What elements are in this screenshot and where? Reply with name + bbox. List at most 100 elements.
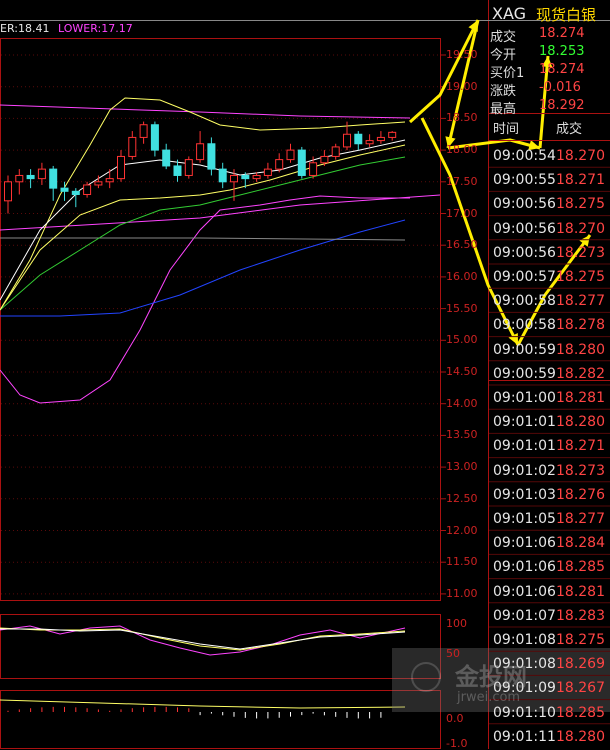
- trade-price: 18.270: [556, 148, 605, 164]
- trade-time: 09:01:06: [493, 583, 556, 600]
- trade-row[interactable]: 09:00:55 18.271: [493, 169, 607, 193]
- price-tick: 17.50: [446, 174, 478, 188]
- price-tick: 12.00: [446, 523, 478, 537]
- trade-price: 18.273: [556, 244, 605, 261]
- price-tick: 14.00: [446, 396, 478, 410]
- arrow-wave-1: [408, 19, 480, 124]
- trade-time: 09:00:58: [493, 317, 556, 334]
- candle-body: [275, 159, 284, 170]
- oscillator-lines: [0, 625, 406, 709]
- trade-time: 09:00:58: [493, 293, 556, 310]
- candle-body: [376, 136, 385, 142]
- candle-body: [37, 168, 46, 180]
- trade-row[interactable]: 09:00:59 18.280: [493, 339, 607, 363]
- price-tick: 19.00: [446, 79, 478, 93]
- candle-body: [320, 155, 329, 164]
- trade-time: 09:00:59: [493, 365, 556, 382]
- candle-body: [15, 174, 24, 183]
- trade-row[interactable]: 09:01:08 18.275: [493, 629, 607, 653]
- trade-row[interactable]: 09:01:03 18.276: [493, 484, 607, 508]
- watermark-brand: 金投网: [455, 663, 527, 691]
- trade-time: 09:01:01: [493, 414, 556, 431]
- quote-value-bid: 18.274: [539, 62, 585, 77]
- trade-row[interactable]: 09:00:54 18.270: [493, 145, 607, 169]
- trade-row[interactable]: 09:01:11 18.280: [493, 726, 607, 750]
- trade-price: 18.275: [556, 632, 605, 648]
- candle-body: [241, 174, 250, 180]
- trade-time: 09:01:11: [493, 728, 556, 745]
- candle-body: [309, 162, 318, 176]
- trade-price: 18.277: [556, 293, 605, 310]
- trade-price: 18.284: [556, 535, 605, 552]
- trade-row[interactable]: 09:00:59 18.282: [493, 363, 607, 387]
- moving-averages: [0, 97, 441, 404]
- macd-dea: [0, 699, 406, 709]
- macd-tick: 0.0: [446, 712, 464, 725]
- trade-row[interactable]: 09:00:56 18.273: [493, 242, 607, 266]
- trade-time: 09:01:05: [493, 511, 556, 527]
- trade-row[interactable]: 09:01:06 18.281: [493, 581, 607, 605]
- trade-row[interactable]: 09:01:02 18.273: [493, 460, 607, 484]
- trade-row[interactable]: 09:01:01 18.271: [493, 435, 607, 459]
- trade-row[interactable]: 09:01:06 18.285: [493, 556, 607, 580]
- quote-label-open: 今开: [490, 48, 517, 63]
- candle-body: [173, 165, 182, 176]
- lower-band-label: LOWER:17.17: [58, 22, 133, 35]
- candle-body: [207, 143, 216, 170]
- price-tick: 12.50: [446, 491, 478, 505]
- macd-tick: -1.0: [446, 737, 468, 750]
- trade-row[interactable]: 09:00:58 18.278: [493, 314, 607, 338]
- candle-body: [26, 174, 35, 180]
- candle-body: [263, 168, 272, 176]
- trade-time: 09:00:54: [493, 148, 556, 164]
- trades-header-price: 成交: [556, 122, 583, 137]
- ma-blue: [0, 219, 406, 317]
- candle-body: [83, 184, 92, 195]
- trade-price: 18.281: [556, 390, 605, 406]
- trade-time: 09:00:56: [493, 244, 556, 261]
- price-tick: 16.50: [446, 238, 478, 252]
- trade-time: 09:00:57: [493, 269, 556, 285]
- trades-header-time: 时间: [493, 122, 520, 137]
- osc-d: [0, 627, 406, 651]
- trade-row[interactable]: 09:01:01 18.280: [493, 411, 607, 435]
- trade-row[interactable]: 09:00:56 18.275: [493, 193, 607, 217]
- trade-row[interactable]: 09:00:56 18.270: [493, 218, 607, 242]
- trade-price: 18.276: [556, 486, 605, 503]
- trade-row[interactable]: 09:01:00 18.281: [493, 387, 607, 411]
- quote-label-bid: 买价1: [490, 66, 525, 81]
- price-tick: 13.00: [446, 460, 478, 474]
- candlesticks: [4, 121, 397, 214]
- trade-row[interactable]: 09:01:06 18.284: [493, 532, 607, 556]
- trade-time: 09:01:07: [493, 607, 556, 624]
- trade-price: 18.271: [556, 172, 605, 189]
- trade-row[interactable]: 09:01:05 18.277: [493, 508, 607, 532]
- candle-body: [71, 190, 80, 195]
- candle-body: [4, 181, 12, 202]
- quote-label-change: 涨跌: [490, 84, 517, 99]
- candle-body: [343, 133, 351, 148]
- price-tick: 11.50: [446, 555, 478, 569]
- trade-time: 09:01:02: [493, 462, 556, 479]
- candle-body: [354, 133, 363, 145]
- candle-body: [60, 187, 69, 192]
- gridlines: [1, 54, 446, 595]
- trade-row[interactable]: 09:01:10 18.285: [493, 702, 607, 726]
- macd-panel-frame: [0, 690, 441, 749]
- symbol-name: 现货白银: [536, 6, 597, 24]
- watermark-url: jrwei.com: [457, 690, 521, 705]
- ma-white: [0, 139, 406, 301]
- trade-row[interactable]: 09:00:58 18.277: [493, 290, 607, 314]
- trade-row[interactable]: 09:01:07 18.283: [493, 605, 607, 629]
- price-tick: 15.50: [446, 301, 478, 315]
- candle-body: [184, 159, 193, 176]
- trade-price: 18.277: [556, 511, 605, 527]
- trade-price: 18.267: [556, 680, 605, 697]
- candle-body: [388, 131, 397, 138]
- trade-price: 18.285: [556, 704, 605, 721]
- trade-time: 09:01:01: [493, 438, 556, 455]
- trade-row[interactable]: 09:00:57 18.275: [493, 266, 607, 290]
- trade-time: 09:01:06: [493, 535, 556, 552]
- quote-label-last: 成交: [490, 30, 517, 45]
- candle-body: [139, 124, 148, 138]
